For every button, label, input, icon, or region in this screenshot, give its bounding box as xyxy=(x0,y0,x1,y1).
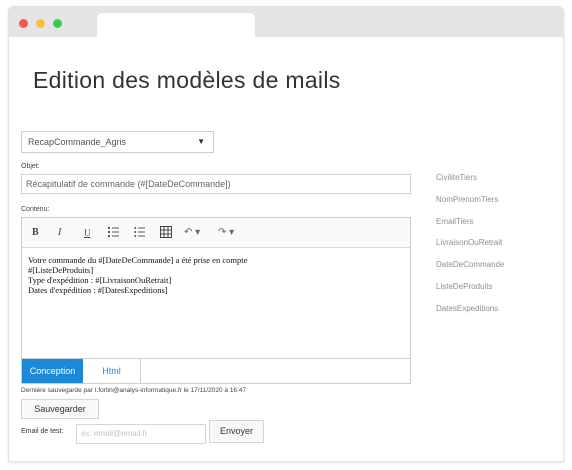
editor-mode-tabs: Conception Html xyxy=(21,359,411,384)
merge-field-item[interactable]: DateDeCommande xyxy=(436,254,504,276)
chevron-down-icon: ▼ xyxy=(197,137,205,146)
table-icon[interactable] xyxy=(160,226,172,240)
send-button[interactable]: Envoyer xyxy=(209,420,264,443)
ordered-list-icon[interactable] xyxy=(108,226,120,240)
editor-content[interactable]: Votre commande du #[DateDeCommande] a ét… xyxy=(28,255,404,295)
editor-line: Dates d'expédition : #[DatesExpeditions] xyxy=(28,285,168,295)
bold-button[interactable]: B xyxy=(32,226,39,240)
test-email-label: Email de test: xyxy=(21,428,64,435)
italic-button[interactable]: I xyxy=(58,226,61,240)
undo-icon[interactable]: ↶ ▾ xyxy=(184,226,200,240)
redo-icon[interactable]: ↷ ▾ xyxy=(218,226,234,240)
template-select[interactable]: RecapCommande_Agris ▼ xyxy=(21,131,214,153)
minimize-window-icon[interactable] xyxy=(36,19,45,28)
objet-input[interactable]: Récapitulatif de commande (#[DateDeComma… xyxy=(21,174,411,194)
merge-field-item[interactable]: EmailTiers xyxy=(436,211,504,233)
rich-text-editor: B I U ↶ ▾ ↷ ▾ Votre commande du #[DateDe… xyxy=(21,217,411,359)
save-button[interactable]: Sauvegarder xyxy=(21,399,99,419)
editor-toolbar: B I U ↶ ▾ ↷ ▾ xyxy=(22,218,410,248)
page-title: Edition des modèles de mails xyxy=(33,67,341,93)
editor-line: #[ListeDeProduits] xyxy=(28,265,94,275)
merge-field-item[interactable]: LivraisonOuRetrait xyxy=(436,232,504,254)
browser-titlebar xyxy=(9,7,563,37)
browser-window: Edition des modèles de mails RecapComman… xyxy=(8,6,564,462)
last-saved-info: Dernière sauvegarde par t.fortin@analys-… xyxy=(21,387,247,394)
tab-html[interactable]: Html xyxy=(83,359,141,383)
editor-line: Type d'expédition : #[LivraisonOuRetrait… xyxy=(28,275,172,285)
bullet-list-icon[interactable] xyxy=(134,226,146,240)
merge-field-item[interactable]: CiviliteTiers xyxy=(436,167,504,189)
close-window-icon[interactable] xyxy=(19,19,28,28)
test-email-input[interactable]: ex: email@email.fr xyxy=(76,424,206,444)
objet-label: Objet: xyxy=(21,163,40,170)
underline-button[interactable]: U xyxy=(84,226,91,240)
merge-field-item[interactable]: NomPrenomTiers xyxy=(436,189,504,211)
merge-field-item[interactable]: ListeDeProduits xyxy=(436,276,504,298)
tab-conception[interactable]: Conception xyxy=(22,359,83,383)
maximize-window-icon[interactable] xyxy=(53,19,62,28)
merge-fields-list: CiviliteTiers NomPrenomTiers EmailTiers … xyxy=(436,167,504,320)
merge-field-item[interactable]: DatesExpeditions xyxy=(436,298,504,320)
browser-tab[interactable] xyxy=(97,13,255,37)
contenu-label: Contenu: xyxy=(21,206,50,213)
editor-line: Votre commande du #[DateDeCommande] a ét… xyxy=(28,255,248,265)
template-select-value: RecapCommande_Agris xyxy=(28,137,127,147)
